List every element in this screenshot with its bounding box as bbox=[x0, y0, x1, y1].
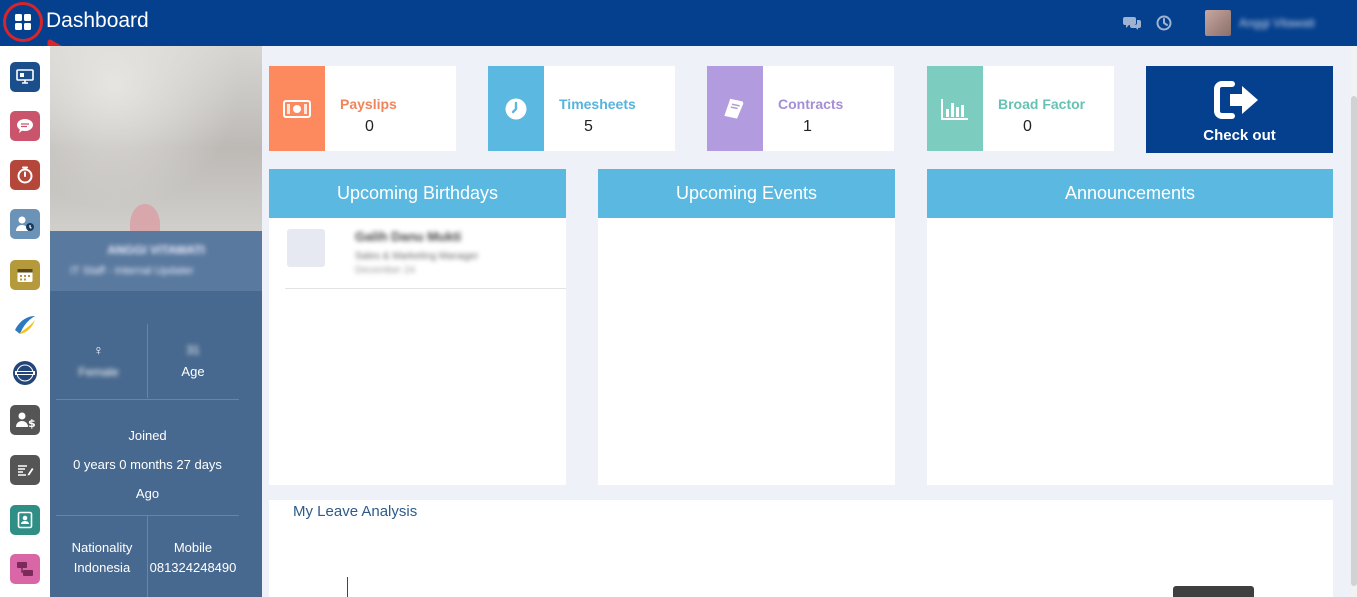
rail-item-timer[interactable] bbox=[10, 160, 40, 190]
nationality-label: Nationality bbox=[71, 540, 133, 555]
rail-item-dashboard[interactable] bbox=[10, 62, 40, 92]
broad-factor-label: Broad Factor bbox=[998, 96, 1086, 112]
clock-icon bbox=[1156, 15, 1172, 31]
page-title: Dashboard bbox=[46, 9, 149, 32]
page-scrollbar[interactable] bbox=[1351, 46, 1357, 597]
scrollbar-thumb[interactable] bbox=[1351, 96, 1357, 586]
timesheets-count: 5 bbox=[584, 118, 593, 135]
user-avatar[interactable] bbox=[1205, 10, 1231, 36]
contracts-label: Contracts bbox=[778, 96, 844, 112]
gender-stat: ♀ Female bbox=[50, 343, 147, 379]
upcoming-birthdays-panel: Upcoming Birthdays Galih Danu Mukti Sale… bbox=[269, 169, 566, 485]
birthday-person-name: Galih Danu Mukti bbox=[355, 229, 462, 244]
chat-icon bbox=[17, 119, 33, 133]
messages-button[interactable] bbox=[1121, 12, 1143, 34]
joined-suffix: Ago bbox=[135, 486, 160, 501]
profile-panel: ANGGI VITAWATI IT Staff - Internal Updat… bbox=[50, 46, 262, 597]
mobile-value: 081324248490 bbox=[149, 560, 237, 575]
user-clock-icon bbox=[16, 216, 34, 231]
contracts-card[interactable]: Contracts 1 bbox=[707, 66, 894, 151]
profile-role: IT Staff - Internal Updater bbox=[70, 265, 194, 277]
age-value: 31 bbox=[186, 343, 200, 357]
activity-button[interactable] bbox=[1153, 12, 1175, 34]
payslips-label: Payslips bbox=[340, 96, 397, 112]
calendar-icon bbox=[17, 269, 33, 282]
chart-axis bbox=[347, 577, 348, 597]
bar-chart-icon bbox=[927, 66, 983, 151]
profile-name: ANGGI VITAWATI bbox=[107, 243, 205, 257]
monitor-icon bbox=[16, 69, 34, 84]
rail-item-users-time[interactable] bbox=[10, 209, 40, 239]
payslips-count: 0 bbox=[365, 118, 374, 135]
swoosh-logo-icon bbox=[15, 316, 35, 334]
avatar bbox=[287, 229, 325, 267]
rail-item-badge-logo[interactable] bbox=[10, 358, 40, 388]
clock-icon bbox=[488, 66, 544, 151]
birthday-date: December 24 bbox=[355, 265, 416, 276]
rail-item-swoosh-logo[interactable] bbox=[10, 310, 40, 340]
rail-item-payroll[interactable]: $ bbox=[10, 405, 40, 435]
top-bar: Dashboard Anggi Vitawati bbox=[0, 0, 1357, 46]
book-icon bbox=[707, 66, 763, 151]
contact-card-icon bbox=[17, 511, 33, 529]
leave-analysis-title: My Leave Analysis bbox=[293, 503, 418, 520]
joined-stat: Joined 0 years 0 months 27 days Ago bbox=[50, 421, 245, 508]
nationality-stat: Nationality Indonesia bbox=[50, 538, 154, 578]
broad-factor-value: 0 bbox=[1023, 118, 1032, 135]
leave-analysis-panel: My Leave Analysis bbox=[269, 500, 1333, 597]
joined-duration: 0 years 0 months 27 days bbox=[73, 457, 222, 472]
rail-item-notes[interactable] bbox=[10, 455, 40, 485]
check-out-label: Check out bbox=[1203, 127, 1276, 144]
user-name[interactable]: Anggi Vitawati bbox=[1239, 16, 1349, 30]
profile-photo bbox=[50, 46, 262, 231]
timesheets-card[interactable]: Timesheets 5 bbox=[488, 66, 675, 151]
chat-bubbles-icon bbox=[1123, 17, 1141, 30]
chart-tooltip bbox=[1173, 586, 1254, 597]
icon-sidebar: $ bbox=[0, 46, 50, 597]
age-stat: 31 Age bbox=[148, 343, 238, 379]
sign-out-icon bbox=[1214, 81, 1258, 119]
announcements-title: Announcements bbox=[927, 169, 1333, 218]
rail-item-contacts[interactable] bbox=[10, 505, 40, 535]
rail-item-calendar[interactable] bbox=[10, 260, 40, 290]
birthday-person-role: Sales & Marketing Manager bbox=[355, 251, 479, 262]
stopwatch-icon bbox=[17, 166, 33, 184]
timesheets-label: Timesheets bbox=[559, 96, 636, 112]
female-icon: ♀ bbox=[93, 342, 104, 358]
menu-toggle-button[interactable] bbox=[3, 2, 43, 42]
grid-icon bbox=[15, 14, 31, 30]
mobile-stat: Mobile 081324248490 bbox=[146, 538, 240, 578]
gender-value: Female bbox=[78, 365, 119, 379]
list-item[interactable]: Galih Danu Mukti Sales & Marketing Manag… bbox=[285, 227, 566, 289]
upcoming-events-panel: Upcoming Events bbox=[598, 169, 895, 485]
nationality-value: Indonesia bbox=[73, 560, 131, 575]
modules-icon bbox=[17, 562, 33, 576]
age-label: Age bbox=[181, 364, 205, 379]
top-right-controls: Anggi Vitawati bbox=[1121, 0, 1357, 46]
rail-item-chat[interactable] bbox=[10, 111, 40, 141]
announcements-panel: Announcements bbox=[927, 169, 1333, 485]
broad-factor-card[interactable]: Broad Factor 0 bbox=[927, 66, 1114, 151]
mobile-label: Mobile bbox=[173, 540, 213, 555]
contracts-count: 1 bbox=[803, 118, 812, 135]
upcoming-events-title: Upcoming Events bbox=[598, 169, 895, 218]
user-dollar-icon: $ bbox=[16, 412, 35, 429]
payslips-card[interactable]: Payslips 0 bbox=[269, 66, 456, 151]
profile-identity: ANGGI VITAWATI IT Staff - Internal Updat… bbox=[50, 231, 262, 291]
rail-item-modules[interactable] bbox=[10, 554, 40, 584]
upcoming-birthdays-title: Upcoming Birthdays bbox=[269, 169, 566, 218]
edit-notes-icon bbox=[18, 465, 34, 476]
badge-logo-icon bbox=[13, 361, 37, 385]
money-icon bbox=[269, 66, 325, 151]
svg-text:$: $ bbox=[28, 417, 35, 429]
joined-label: Joined bbox=[128, 428, 167, 443]
check-out-button[interactable]: Check out bbox=[1146, 66, 1333, 153]
